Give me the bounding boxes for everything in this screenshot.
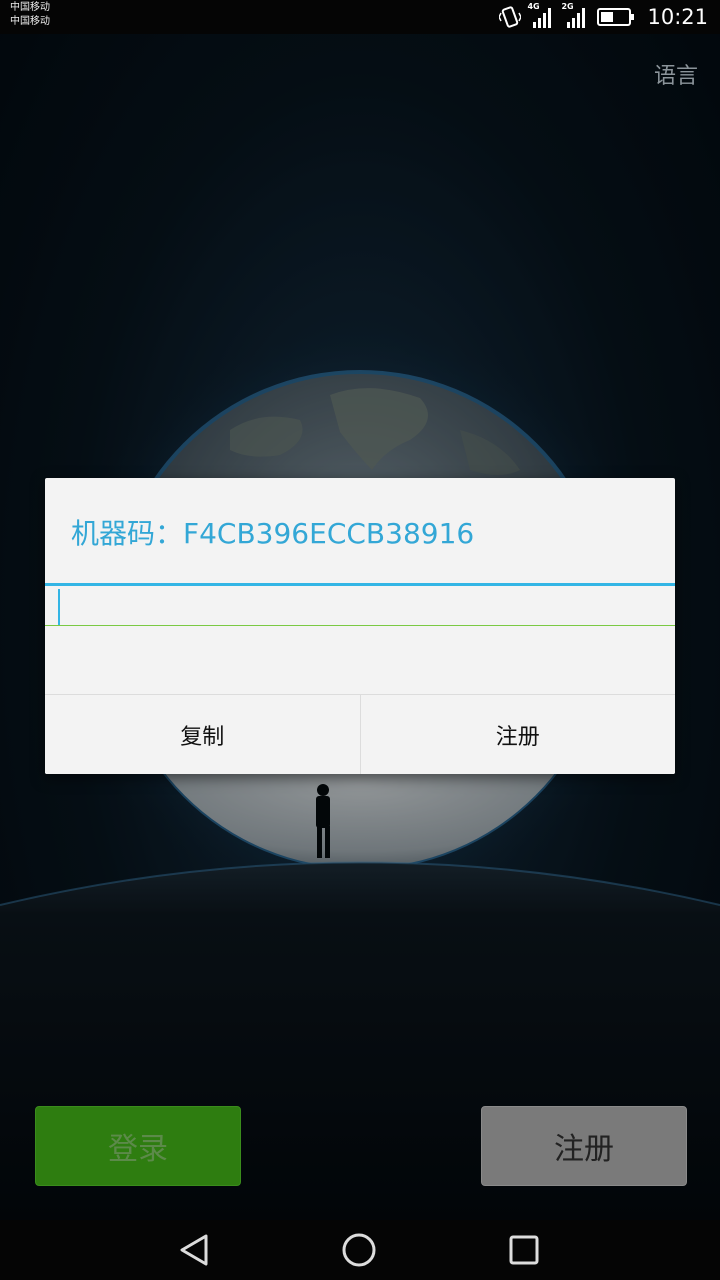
navigation-bar — [0, 1220, 720, 1280]
network-type-label: 4G — [527, 2, 540, 11]
clock: 10:21 — [647, 5, 708, 29]
language-button[interactable]: 语言 — [654, 58, 698, 90]
dialog-register-button[interactable]: 注册 — [360, 695, 675, 774]
home-icon[interactable] — [339, 1230, 379, 1270]
machine-code-dialog: 机器码：F4CB396ECCB38916 复制 注册 — [45, 478, 675, 774]
battery-icon — [597, 8, 635, 26]
dialog-button-row: 复制 注册 — [45, 694, 675, 774]
register-button[interactable]: 注册 — [481, 1106, 687, 1186]
text-cursor — [58, 589, 60, 625]
status-bar: 中国移动 中国移动 4G 2G 10:21 — [0, 0, 720, 34]
status-indicators: 4G 2G 10:21 — [499, 0, 708, 34]
screen: 中国移动 中国移动 4G 2G 10:21 语言 登录 注册 机器码：F4CB3… — [0, 0, 720, 1280]
vibrate-icon — [499, 6, 522, 28]
login-button[interactable]: 登录 — [35, 1106, 241, 1186]
carrier-label: 中国移动 — [10, 16, 50, 27]
code-input-field[interactable] — [45, 586, 675, 626]
copy-button[interactable]: 复制 — [45, 695, 360, 774]
recent-apps-icon[interactable] — [504, 1230, 544, 1270]
signal-strength-1: 4G — [527, 2, 555, 30]
network-type-label: 2G — [561, 2, 574, 11]
signal-strength-2: 2G — [561, 2, 589, 30]
back-icon[interactable] — [174, 1230, 214, 1270]
dialog-title: 机器码：F4CB396ECCB38916 — [71, 517, 475, 550]
registration-code-input[interactable] — [45, 586, 675, 625]
carrier-label: 中国移动 — [10, 2, 50, 13]
